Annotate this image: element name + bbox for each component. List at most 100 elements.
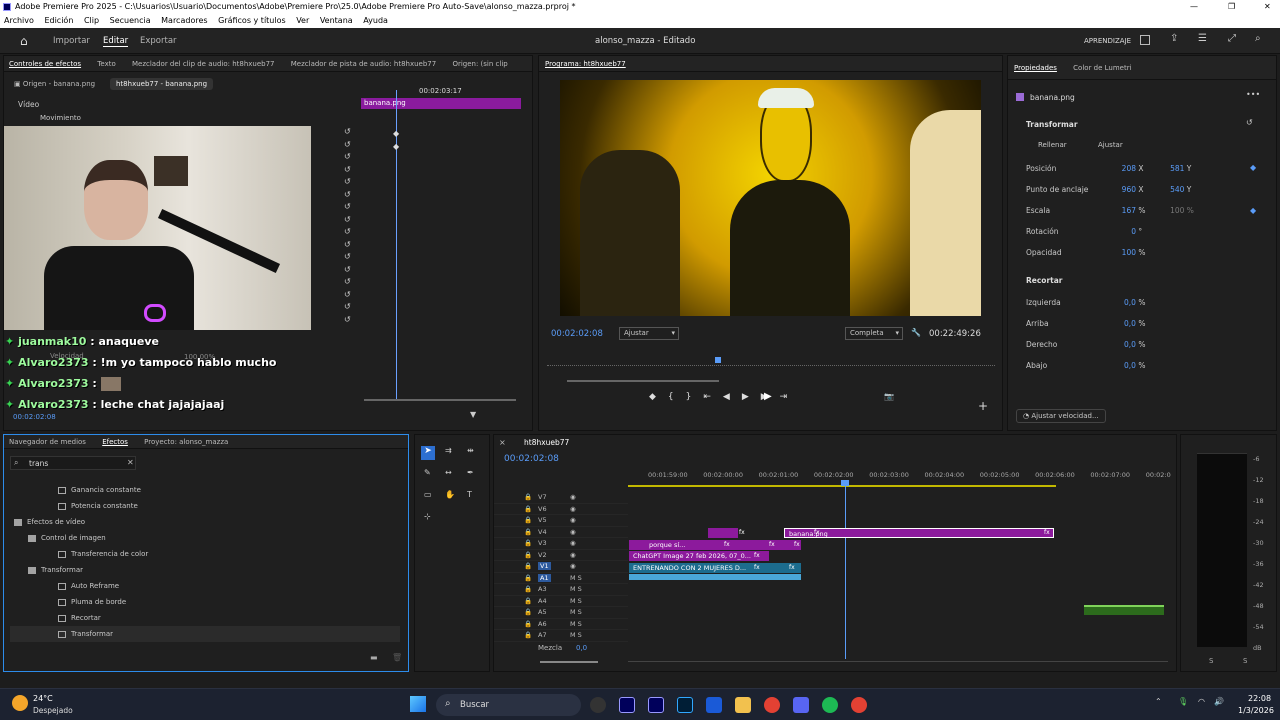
effects-list-item[interactable]: Recortar: [10, 610, 400, 626]
trash-icon[interactable]: 🗑: [392, 653, 402, 662]
menu-ver[interactable]: Ver: [296, 16, 309, 25]
taskbar-search[interactable]: ⌕ Buscar: [436, 694, 581, 716]
panel-icon[interactable]: [1140, 35, 1150, 45]
track-name[interactable]: V2: [538, 551, 547, 559]
time-ruler[interactable]: 00:01:59:00 00:02:00:00 00:02:01:00 00:02:0…: [628, 471, 1171, 485]
mic-icon[interactable]: M S: [570, 608, 582, 616]
lock-icon[interactable]: 🔒: [524, 597, 532, 605]
menu-archivo[interactable]: Archivo: [4, 16, 34, 25]
share-icon[interactable]: ⇪: [1170, 33, 1178, 44]
track-name[interactable]: A1: [538, 573, 551, 582]
keyframe-diamond[interactable]: ◆: [393, 142, 399, 151]
lock-icon[interactable]: 🔒: [524, 631, 532, 639]
source-tab[interactable]: ▣ Origen - banana.png: [14, 80, 95, 88]
menu-marcadores[interactable]: Marcadores: [161, 16, 207, 25]
menu-secuencia[interactable]: Secuencia: [110, 16, 151, 25]
fx-badge[interactable]: fx: [724, 541, 730, 548]
lock-icon[interactable]: 🔒: [524, 528, 532, 536]
audio-track-header[interactable]: 🔒 A1 M S: [494, 573, 628, 584]
audio-track-header[interactable]: 🔒 A4 M S: [494, 596, 628, 607]
crop-top-value[interactable]: 0,0: [1124, 319, 1136, 328]
microphone-icon[interactable]: 🎙: [1178, 697, 1188, 706]
program-title[interactable]: Programa: ht8hxueb77: [545, 60, 626, 68]
fit-button[interactable]: Ajustar: [1098, 141, 1123, 149]
fx-badge[interactable]: fx: [1044, 529, 1050, 536]
fx-badge[interactable]: fx: [814, 529, 820, 536]
rectangle-icon[interactable]: ▭: [424, 490, 432, 499]
playhead[interactable]: [845, 481, 846, 659]
video-track-header[interactable]: 🔒 V5 ◉: [494, 515, 628, 527]
effects-list-item[interactable]: Transformar: [10, 626, 400, 642]
tray-arrow-icon[interactable]: ⌃: [1155, 697, 1162, 706]
lock-icon[interactable]: 🔒: [524, 585, 532, 593]
crop-left-value[interactable]: 0,0: [1124, 298, 1136, 307]
tab-project[interactable]: Proyecto: alonso_mazza: [144, 438, 228, 446]
solo-right[interactable]: S: [1243, 657, 1247, 665]
video-track-header[interactable]: 🔒 V4 ◉: [494, 527, 628, 538]
track-name[interactable]: V1: [538, 562, 551, 570]
timeline-h-scroll[interactable]: [628, 661, 1168, 662]
track-name[interactable]: A4: [538, 597, 547, 605]
track-name[interactable]: V5: [538, 516, 547, 524]
audio-clip-a1[interactable]: [629, 574, 801, 580]
tab-importar[interactable]: Importar: [53, 36, 90, 46]
maximize-panel-icon[interactable]: ⤢: [1228, 33, 1236, 44]
effects-list-item[interactable]: Efectos de vídeo: [10, 514, 400, 530]
opacity-value[interactable]: 100: [1116, 242, 1136, 263]
weather-icon[interactable]: [12, 695, 28, 711]
home-icon[interactable]: ⌂: [20, 34, 28, 48]
lock-icon[interactable]: 🔒: [524, 562, 532, 570]
tab-source[interactable]: Origen: (sin clip: [452, 60, 507, 68]
menu-ventana[interactable]: Ventana: [320, 16, 353, 25]
selection-tool-icon[interactable]: ➤: [421, 446, 435, 460]
scale-width[interactable]: 100: [1164, 200, 1184, 221]
menu-clip[interactable]: Clip: [84, 16, 99, 25]
generative-icon[interactable]: ⊹: [424, 512, 431, 521]
sequence-clip-tab[interactable]: ht8hxueb77 - banana.png: [110, 78, 214, 90]
track-name[interactable]: V4: [538, 528, 547, 536]
tab-effect-controls[interactable]: Controles de efectos: [9, 60, 81, 68]
eye-icon[interactable]: ◉: [570, 505, 576, 513]
learn-button[interactable]: APRENDIZAJE: [1084, 37, 1131, 45]
copilot-icon[interactable]: [590, 697, 606, 713]
tab-text[interactable]: Texto: [97, 60, 115, 68]
menu-icon[interactable]: ☰: [1198, 33, 1207, 44]
effects-search[interactable]: ⌕ trans ✕: [10, 456, 136, 470]
tab-audio-clip-mixer[interactable]: Mezclador del clip de audio: ht8hxueb77: [132, 60, 275, 68]
fx-badge[interactable]: fx: [789, 564, 795, 571]
crop-right-value[interactable]: 0,0: [1124, 340, 1136, 349]
position-x[interactable]: 208: [1116, 158, 1136, 179]
effects-list-item[interactable]: Control de imagen: [10, 530, 400, 546]
video-track-header[interactable]: 🔒 V3 ◉: [494, 538, 628, 550]
fx-badge[interactable]: fx: [754, 552, 760, 559]
track-name[interactable]: V7: [538, 493, 547, 501]
search-icon[interactable]: ⌕: [1255, 33, 1261, 44]
clip-porque[interactable]: porque sí...: [629, 539, 801, 550]
close-button[interactable]: ✕: [1264, 0, 1271, 14]
sequence-title[interactable]: ht8hxueb77: [524, 438, 569, 447]
timeline-scrollbar[interactable]: [540, 661, 598, 663]
fit-dropdown[interactable]: Ajustar ▾: [619, 327, 679, 340]
clip-entrenando[interactable]: ENTRENANDO CON 2 MUJERES D...: [629, 562, 801, 573]
lock-icon[interactable]: 🔒: [524, 539, 532, 547]
hand-icon[interactable]: ✋: [445, 490, 455, 499]
clip-v4-short[interactable]: [708, 528, 738, 538]
more-icon[interactable]: •••: [1246, 90, 1260, 99]
volume-icon[interactable]: 🔊: [1214, 697, 1224, 706]
clip-banana[interactable]: banana.png: [784, 528, 1054, 538]
anchor-x[interactable]: 960: [1116, 179, 1136, 200]
track-name[interactable]: V3: [538, 539, 547, 547]
video-track-header[interactable]: 🔒 V7 ◉: [494, 492, 628, 504]
eye-icon[interactable]: ◉: [570, 528, 576, 536]
lock-icon[interactable]: 🔒: [524, 493, 532, 501]
fill-button[interactable]: Rellenar: [1038, 141, 1067, 149]
wifi-icon[interactable]: ◠: [1198, 697, 1205, 706]
zoom-scrollbar[interactable]: [364, 399, 516, 401]
zoom-bar[interactable]: [567, 380, 719, 382]
windows-start-icon[interactable]: [410, 696, 426, 712]
reset-icon[interactable]: ↺: [1246, 118, 1253, 127]
tab-effects[interactable]: Efectos: [102, 438, 128, 446]
position-y[interactable]: 581: [1164, 158, 1184, 179]
adjust-speed-button[interactable]: ◔ Ajustar velocidad...: [1016, 409, 1106, 423]
effects-list-item[interactable]: Ganancia constante: [10, 482, 400, 498]
